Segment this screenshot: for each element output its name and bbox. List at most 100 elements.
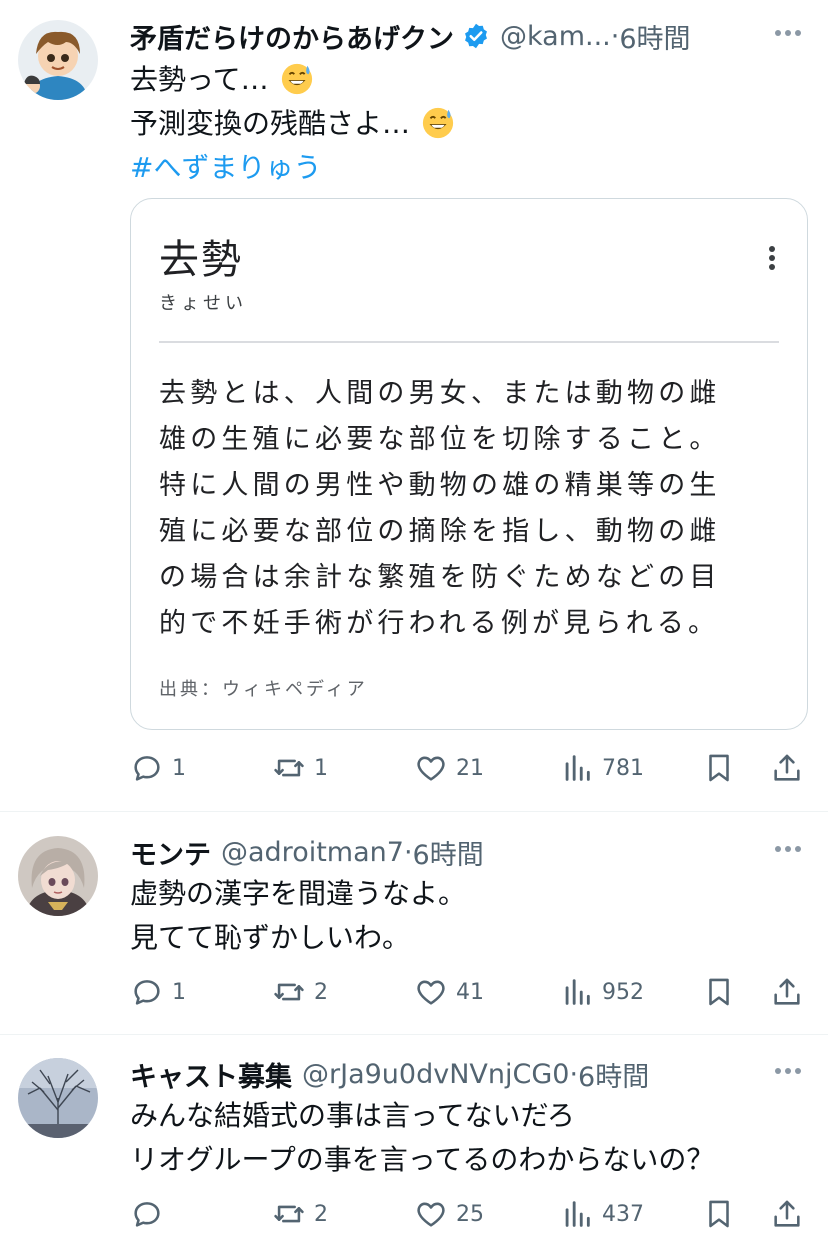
share-icon: [774, 754, 800, 781]
repost-icon: [274, 983, 304, 1001]
post-3[interactable]: キャスト募集 @rJa9u0dvNVnjCG0 · 6時間 みんな結婚式の事は言…: [0, 1052, 828, 1248]
views-button[interactable]: 437: [560, 1192, 644, 1236]
action-bar: 2 25 437: [130, 1192, 810, 1236]
repost-icon: [274, 1205, 304, 1223]
repost-button[interactable]: 2: [272, 970, 328, 1014]
views-icon: [565, 979, 590, 1005]
views-button[interactable]: 952: [560, 970, 644, 1014]
definition-line: 殖に必要な部位の摘除を指し、動物の雌: [159, 516, 721, 547]
grinning-sweat-emoji: [281, 63, 312, 95]
like-button[interactable]: 41: [414, 970, 484, 1014]
bookmark-button[interactable]: [702, 746, 736, 790]
share-button[interactable]: [770, 746, 804, 790]
text-line-2: 見てて恥ずかしいわ。: [130, 921, 411, 954]
text-line-1: 虚勢の漢字を間違うなよ。: [130, 877, 467, 910]
like-count: 41: [456, 979, 484, 1005]
reply-button[interactable]: 1: [130, 970, 186, 1014]
bookmark-icon: [709, 754, 729, 782]
reply-icon: [134, 980, 160, 1005]
like-button[interactable]: 21: [414, 746, 484, 790]
separator: ·: [610, 20, 620, 52]
post-text: 去勢って… 予測変換の残酷さよ… #へずまりゅう: [130, 58, 788, 190]
definition-line: の場合は余計な繁殖を防ぐためなどの目: [159, 562, 721, 593]
share-button[interactable]: [770, 1192, 804, 1236]
repost-count: 1: [314, 755, 328, 781]
timestamp[interactable]: 6時間: [413, 833, 484, 872]
handle-ellipsis: ...: [585, 20, 611, 52]
separator: ·: [403, 836, 413, 868]
card-divider: [159, 341, 779, 343]
more-icon[interactable]: [768, 18, 808, 48]
views-icon: [565, 755, 590, 781]
definition-line: 雄の生殖に必要な部位を切除すること。: [159, 424, 721, 455]
text-line-1: 去勢って…: [130, 63, 269, 96]
text-line-1: みんな結婚式の事は言ってないだろ: [130, 1099, 575, 1132]
bookmark-icon: [709, 978, 729, 1006]
post-divider: [0, 811, 828, 812]
like-button[interactable]: 25: [414, 1192, 484, 1236]
text-line: 予測変換の残酷さよ…: [130, 102, 788, 146]
card-definition: 去勢とは、人間の男女、または動物の雌 雄の生殖に必要な部位を切除すること。 特に…: [159, 371, 789, 647]
timestamp[interactable]: 6時間: [619, 17, 690, 56]
grinning-sweat-emoji: [422, 107, 454, 139]
share-button[interactable]: [770, 970, 804, 1014]
action-bar: 1 1 21 781: [130, 746, 810, 790]
post-text: 虚勢の漢字を間違うなよ。 見てて恥ずかしいわ。: [130, 872, 788, 960]
avatar[interactable]: [18, 20, 98, 100]
reply-button[interactable]: 1: [130, 746, 186, 790]
definition-line: 的で不妊手術が行われる例が見られる。: [159, 608, 720, 639]
bookmark-button[interactable]: [702, 970, 736, 1014]
bookmark-icon: [709, 1200, 729, 1228]
like-icon: [417, 1202, 445, 1227]
views-button[interactable]: 781: [560, 746, 644, 790]
repost-icon: [274, 759, 304, 777]
hashtag-link[interactable]: #へずまりゅう: [130, 151, 321, 184]
text-line-2: リオグループの事を言ってるのわからないの？: [130, 1143, 715, 1176]
views-count: 952: [602, 979, 644, 1005]
avatar[interactable]: [18, 1058, 98, 1138]
post-divider: [0, 1034, 828, 1035]
handle[interactable]: @rJa9u0dvNVnjCG0: [302, 1059, 569, 1090]
share-icon: [774, 978, 800, 1005]
like-count: 21: [456, 755, 484, 781]
avatar[interactable]: [18, 836, 98, 916]
timestamp[interactable]: 6時間: [578, 1055, 649, 1094]
reply-count: 1: [172, 755, 186, 781]
handle[interactable]: @adroitman7: [221, 837, 404, 868]
card-term: 去勢: [159, 237, 243, 283]
repost-count: 2: [314, 979, 328, 1005]
views-count: 781: [602, 755, 644, 781]
views-count: 437: [602, 1201, 644, 1227]
definition-line: 特に人間の男性や動物の雄の精巣等の生: [159, 470, 721, 501]
card-kebab-icon: [769, 243, 777, 273]
text-line: 去勢って…: [130, 58, 788, 102]
repost-button[interactable]: 2: [272, 1192, 328, 1236]
text-line-2: 予測変換の残酷さよ…: [130, 107, 411, 140]
reply-count: 1: [172, 979, 186, 1005]
repost-button[interactable]: 1: [272, 746, 328, 790]
display-name[interactable]: キャスト募集: [130, 1055, 292, 1094]
card-reading: きょせい: [159, 293, 247, 314]
more-icon[interactable]: [768, 1056, 808, 1086]
post-text: みんな結婚式の事は言ってないだろ リオグループの事を言ってるのわからないの？: [130, 1094, 788, 1182]
post-2[interactable]: モンテ @adroitman7 · 6時間 虚勢の漢字を間違うなよ。 見てて恥ず…: [0, 830, 828, 1030]
post-1[interactable]: 矛盾だらけのからあげクン @kam ... · 6時間 去勢って… 予測変換の残…: [0, 14, 828, 804]
more-icon[interactable]: [768, 834, 808, 864]
verified-badge-icon: [465, 23, 487, 49]
definition-line: 去勢とは、人間の男女、または動物の雌: [159, 378, 721, 409]
reply-icon: [134, 1202, 160, 1227]
separator: ·: [569, 1058, 579, 1090]
reply-button[interactable]: [130, 1192, 172, 1236]
dictionary-card-image[interactable]: 去勢 きょせい 去勢とは、人間の男女、または動物の雌 雄の生殖に必要な部位を切除…: [130, 198, 808, 730]
like-icon: [417, 980, 445, 1005]
reply-icon: [134, 756, 160, 781]
display-name[interactable]: モンテ: [130, 833, 211, 872]
card-source: 出典：ウィキペディア: [159, 679, 368, 700]
like-icon: [417, 756, 445, 781]
display-name[interactable]: 矛盾だらけのからあげクン: [130, 17, 454, 56]
bookmark-button[interactable]: [702, 1192, 736, 1236]
views-icon: [565, 1201, 590, 1227]
action-bar: 1 2 41 952: [130, 970, 810, 1014]
handle[interactable]: @kam: [500, 21, 585, 52]
repost-count: 2: [314, 1201, 328, 1227]
